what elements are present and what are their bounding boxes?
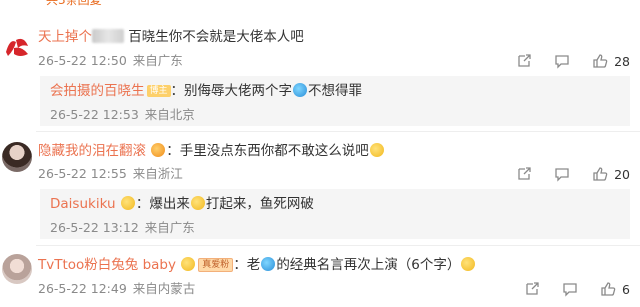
share-icon: [518, 167, 531, 180]
comment-icon: [563, 283, 577, 297]
medal-icon: [151, 143, 166, 157]
share-button[interactable]: [524, 281, 540, 297]
top-strip: 共3条回复: [0, 0, 640, 8]
comment-text: TvTtoo粉白兔兔 baby 真爱粉 ：老 的经典名言再次上演（6个字）: [38, 256, 476, 274]
comment-icon: [555, 168, 569, 182]
reply-location: 来自北京: [144, 107, 195, 122]
comment-actions: 6: [502, 281, 630, 297]
comment-icon: [555, 55, 569, 69]
like-icon: [601, 282, 616, 296]
comment-button[interactable]: [554, 166, 570, 182]
comment-username[interactable]: 隐藏我的泪在翻滚: [38, 143, 146, 159]
share-icon: [518, 54, 531, 67]
comment-time: 26-5-22 12:50: [38, 53, 127, 68]
comment-meta: 26-5-22 12:55 来自浙江: [38, 166, 183, 182]
avatar[interactable]: [2, 142, 32, 172]
comment-username[interactable]: 天上掉个: [38, 29, 92, 45]
like-count: 6: [622, 281, 630, 297]
reply-meta: 26-5-22 12:53 来自北京: [50, 107, 195, 123]
comment-time: 26-5-22 12:49: [38, 281, 127, 296]
emoji-icon: [293, 83, 308, 97]
avatar[interactable]: [2, 32, 32, 62]
emoji-icon: [190, 196, 205, 210]
emoji-icon: [461, 257, 476, 271]
avatar-logo-icon: [2, 32, 32, 62]
share-button[interactable]: [516, 53, 532, 69]
comment-button[interactable]: [562, 281, 578, 297]
comment-text: 隐藏我的泪在翻滚 ：手里没点东西你都不敢这么说吧: [38, 142, 385, 160]
like-icon: [593, 167, 608, 181]
fan-badge: 真爱粉: [198, 258, 234, 272]
reply-body-part-2: 不想得罪: [308, 83, 363, 99]
reply-username[interactable]: Daisukiku: [50, 196, 116, 212]
like-button[interactable]: 20: [592, 166, 630, 182]
comment-body: 百晓生你不会就是大佬本人吧: [128, 29, 304, 45]
author-badge: 博主: [146, 85, 171, 97]
reply-count-text: 共3条回复: [46, 0, 102, 7]
like-button[interactable]: 28: [592, 53, 630, 69]
avatar[interactable]: [2, 254, 32, 284]
like-count: 20: [614, 166, 630, 182]
emoji-icon: [369, 143, 384, 157]
reply: 会拍摄的百晓生 博主 ：别侮辱大佬两个字 不想得罪 26-5-22 12:53 来自北京: [40, 76, 630, 126]
comment-body: ：手里没点东西你都不敢这么说吧: [166, 143, 369, 159]
comment-button[interactable]: [554, 53, 570, 69]
like-button[interactable]: 6: [600, 281, 630, 297]
reply-body-part-2: 打起来，鱼死网破: [205, 196, 314, 212]
comment-text: 天上掉个 百晓生你不会就是大佬本人吧: [38, 28, 304, 46]
share-icon: [526, 282, 539, 295]
comment-meta: 26-5-22 12:49 来自内蒙古: [38, 281, 195, 297]
reply-text: 会拍摄的百晓生 博主 ：别侮辱大佬两个字 不想得罪: [50, 82, 362, 100]
reply-body-part-1: ：别侮辱大佬两个字: [170, 83, 293, 99]
comment-username[interactable]: TvTtoo粉白兔兔 baby: [38, 257, 176, 273]
reply-body-part-1: ：爆出来: [135, 196, 190, 212]
reply-username[interactable]: 会拍摄的百晓生: [50, 83, 145, 99]
share-button[interactable]: [516, 166, 532, 182]
comment-time: 26-5-22 12:55: [38, 166, 127, 181]
reply-time: 26-5-22 12:53: [50, 107, 139, 122]
comment-location: 来自广东: [132, 53, 183, 68]
comment-actions: 28: [494, 53, 630, 69]
divider: [36, 245, 640, 246]
emoji-icon: [261, 257, 276, 271]
reply-text: Daisukiku ：爆出来 打起来，鱼死网破: [50, 195, 314, 213]
blurred-name-part: [92, 29, 124, 43]
comment-body-part-2: 的经典名言再次上演（6个字）: [276, 257, 461, 273]
comment-meta: 26-5-22 12:50 来自广东: [38, 53, 183, 69]
reply: Daisukiku ：爆出来 打起来，鱼死网破 26-5-22 13:12 来自广东: [40, 189, 630, 239]
reply-time: 26-5-22 13:12: [50, 220, 139, 235]
reply-location: 来自广东: [144, 220, 195, 235]
fan-icon: [181, 257, 196, 271]
reply-meta: 26-5-22 13:12 来自广东: [50, 220, 195, 236]
comment-body-part-1: ：老: [233, 257, 261, 273]
comment-actions: 20: [494, 166, 630, 182]
comment-location: 来自浙江: [132, 166, 183, 181]
like-icon: [593, 54, 608, 68]
like-count: 28: [614, 53, 630, 69]
verified-icon: [120, 196, 135, 210]
comment-location: 来自内蒙古: [132, 281, 196, 296]
divider: [36, 131, 640, 132]
